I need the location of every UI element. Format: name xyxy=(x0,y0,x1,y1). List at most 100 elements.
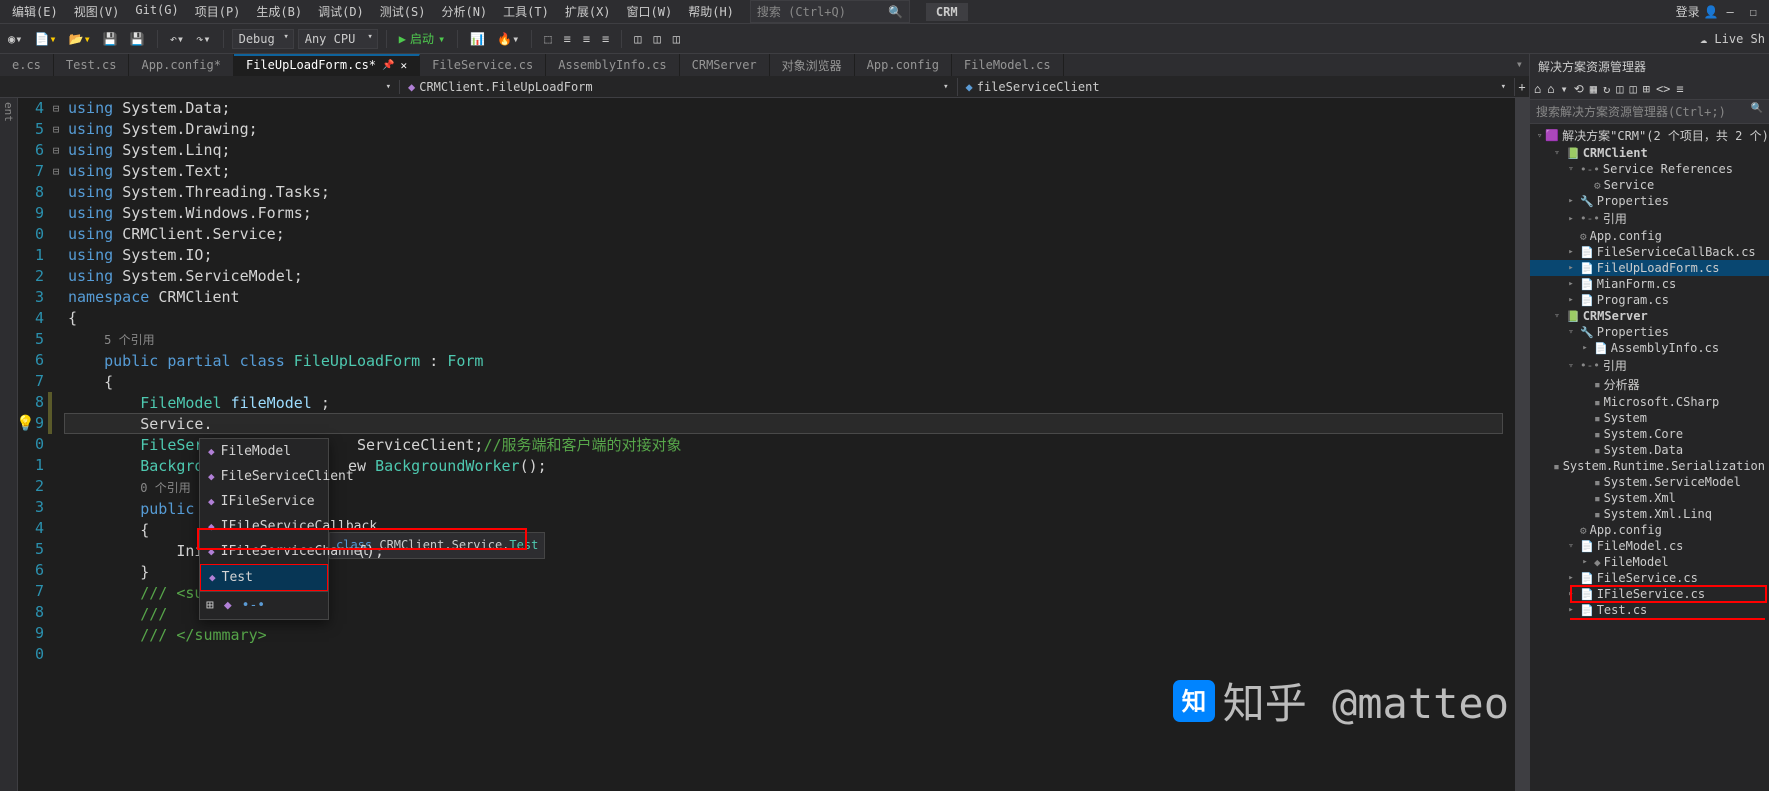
tool-icon[interactable]: ◫ xyxy=(669,29,684,49)
tool-icon[interactable]: ◫ xyxy=(630,29,645,49)
props-icon[interactable]: ⊞ xyxy=(1643,82,1650,96)
tool-icon[interactable]: ⬚ xyxy=(540,29,555,49)
nav-member[interactable]: ◆fileServiceClient xyxy=(958,78,1516,96)
tree-item[interactable]: ▪分析器 xyxy=(1530,375,1769,394)
start-button[interactable]: ▶ 启动 ▾ xyxy=(395,27,449,50)
home-icon[interactable]: ⌂ xyxy=(1534,82,1541,96)
vertical-tab[interactable]: ent xyxy=(0,98,17,126)
tree-arrow-icon[interactable]: ▿ xyxy=(1565,164,1577,174)
tab-FileModel.cs[interactable]: FileModel.cs xyxy=(952,54,1064,76)
menu-分析(N)[interactable]: 分析(N) xyxy=(433,0,495,23)
menu-测试(S)[interactable]: 测试(S) xyxy=(372,0,434,23)
tree-item[interactable]: ▸📄FileService.cs xyxy=(1530,570,1769,586)
tree-arrow-icon[interactable]: ▸ xyxy=(1579,343,1591,353)
tree-arrow-icon[interactable]: ▿ xyxy=(1565,361,1577,371)
menu-编辑(E)[interactable]: 编辑(E) xyxy=(4,0,66,23)
saveall-button[interactable]: 💾 xyxy=(126,29,149,49)
code-editor[interactable]: using System.Data;using System.Drawing;u… xyxy=(64,98,1515,791)
nav-plus-icon[interactable]: + xyxy=(1515,80,1529,94)
tree-item[interactable]: ▪System.Xml xyxy=(1530,490,1769,506)
tree-item[interactable]: ▸📄FileServiceCallBack.cs xyxy=(1530,244,1769,260)
tree-item[interactable]: ▸🔧Properties xyxy=(1530,193,1769,209)
tab-App.config*[interactable]: App.config* xyxy=(129,54,233,76)
tool-icon[interactable]: ≡ xyxy=(560,29,575,49)
menu-Git(G)[interactable]: Git(G) xyxy=(127,0,186,23)
menu-调试(D)[interactable]: 调试(D) xyxy=(310,0,372,23)
tree-item[interactable]: ▸📄FileUpLoadForm.cs xyxy=(1530,260,1769,276)
tree-arrow-icon[interactable]: ▿ xyxy=(1551,311,1563,321)
pin-icon[interactable]: 📌 xyxy=(382,60,394,71)
panel-search[interactable]: 搜索解决方案资源管理器(Ctrl+;) xyxy=(1530,100,1769,124)
filter-icon[interactable]: •-• xyxy=(242,595,265,616)
tree-item[interactable]: ⚙Service xyxy=(1530,177,1769,193)
intellisense-item[interactable]: ◆IFileService xyxy=(200,489,328,514)
tab-e.cs[interactable]: e.cs xyxy=(0,54,54,76)
tree-item[interactable]: ▪System.Data xyxy=(1530,442,1769,458)
collapse-icon[interactable]: ▾ xyxy=(1560,82,1567,96)
fold-toggle[interactable]: ⊟ xyxy=(48,140,64,161)
save-button[interactable]: 💾 xyxy=(99,29,122,49)
back-button[interactable]: ◉▾ xyxy=(4,29,26,49)
nav-project[interactable] xyxy=(0,80,400,94)
tree-arrow-icon[interactable]: ▸ xyxy=(1565,295,1577,305)
menu-视图(V)[interactable]: 视图(V) xyxy=(66,0,128,23)
tree-item[interactable]: ▿🔧Properties xyxy=(1530,324,1769,340)
tree-item[interactable]: ▿📗CRMClient xyxy=(1530,145,1769,161)
code-icon[interactable]: <> xyxy=(1656,82,1670,96)
tab-Test.cs[interactable]: Test.cs xyxy=(54,54,130,76)
close-icon[interactable]: ✕ xyxy=(400,59,407,72)
intellisense-item[interactable]: ◆IFileServiceCallback xyxy=(200,514,328,539)
tree-item[interactable]: ▪System.Runtime.Serialization xyxy=(1530,458,1769,474)
tree-arrow-icon[interactable]: ▿ xyxy=(1551,148,1563,158)
tree-item[interactable]: ▸📄MianForm.cs xyxy=(1530,276,1769,292)
tree-arrow-icon[interactable]: ▸ xyxy=(1565,573,1577,583)
menu-窗口(W)[interactable]: 窗口(W) xyxy=(619,0,681,23)
tree-arrow-icon[interactable]: ▸ xyxy=(1565,247,1577,257)
maximize-button[interactable]: ☐ xyxy=(1750,5,1757,19)
tree-item[interactable]: ⚙App.config xyxy=(1530,228,1769,244)
minimize-button[interactable]: — xyxy=(1727,5,1734,19)
tab-FileUpLoadForm.cs*[interactable]: FileUpLoadForm.cs*📌✕ xyxy=(234,54,420,76)
filter-icon[interactable]: ⊞ xyxy=(206,595,214,616)
tool-icon[interactable]: ◫ xyxy=(650,29,665,49)
menu-工具(T)[interactable]: 工具(T) xyxy=(495,0,557,23)
menu-项目(P)[interactable]: 项目(P) xyxy=(187,0,249,23)
tree-item[interactable]: ▪Microsoft.CSharp xyxy=(1530,394,1769,410)
tree-arrow-icon[interactable]: ▸ xyxy=(1565,589,1577,599)
lightbulb-icon[interactable]: 💡 xyxy=(16,413,35,434)
tree-item[interactable]: ▿•-•引用 xyxy=(1530,356,1769,375)
tab-App.config[interactable]: App.config xyxy=(855,54,952,76)
intellisense-item[interactable]: ◆FileModel xyxy=(200,439,328,464)
platform-dropdown[interactable]: Any CPU xyxy=(298,29,378,49)
tool-icon[interactable]: ◫ xyxy=(1629,82,1636,96)
menu-扩展(X)[interactable]: 扩展(X) xyxy=(557,0,619,23)
show-icon[interactable]: ▦ xyxy=(1590,82,1597,96)
tree-item[interactable]: ▸📄IFileService.cs xyxy=(1530,586,1769,602)
tree-item[interactable]: ▸📄AssemblyInfo.cs xyxy=(1530,340,1769,356)
tree-item[interactable]: ▿•-•Service References xyxy=(1530,161,1769,177)
filter-icon[interactable]: ◆ xyxy=(224,595,232,616)
tree-arrow-icon[interactable]: ▿ xyxy=(1565,327,1577,337)
tree-item[interactable]: ▿🟪解决方案"CRM"(2 个项目，共 2 个) xyxy=(1530,126,1769,145)
menu-生成(B)[interactable]: 生成(B) xyxy=(248,0,310,23)
sync-icon[interactable]: ⟲ xyxy=(1574,82,1584,96)
tree-item[interactable]: ⚙App.config xyxy=(1530,522,1769,538)
tool-icon[interactable]: ≡ xyxy=(579,29,594,49)
tree-item[interactable]: ▸📄Test.cs xyxy=(1530,602,1769,618)
nav-class[interactable]: ◆CRMClient.FileUpLoadForm xyxy=(400,78,958,96)
tabs-overflow-icon[interactable]: ▾ xyxy=(1510,54,1529,76)
scrollbar-vertical[interactable] xyxy=(1515,98,1529,791)
fold-toggle[interactable]: ⊟ xyxy=(48,119,64,140)
tab-CRMServer[interactable]: CRMServer xyxy=(680,54,770,76)
menu-search[interactable]: 搜索 (Ctrl+Q) 🔍 xyxy=(750,0,910,23)
tool-icon[interactable]: ≡ xyxy=(1676,82,1683,96)
tool-icon[interactable]: 🔥▾ xyxy=(493,29,523,49)
fold-toggle[interactable]: ⊟ xyxy=(48,98,64,119)
menu-帮助(H)[interactable]: 帮助(H) xyxy=(680,0,742,23)
home-icon[interactable]: ⌂ xyxy=(1547,82,1554,96)
tree-arrow-icon[interactable]: ▸ xyxy=(1579,557,1591,567)
tree-arrow-icon[interactable]: ▸ xyxy=(1565,196,1577,206)
config-dropdown[interactable]: Debug xyxy=(232,29,294,49)
tree-arrow-icon[interactable]: ▸ xyxy=(1565,214,1577,224)
tab-FileService.cs[interactable]: FileService.cs xyxy=(420,54,546,76)
